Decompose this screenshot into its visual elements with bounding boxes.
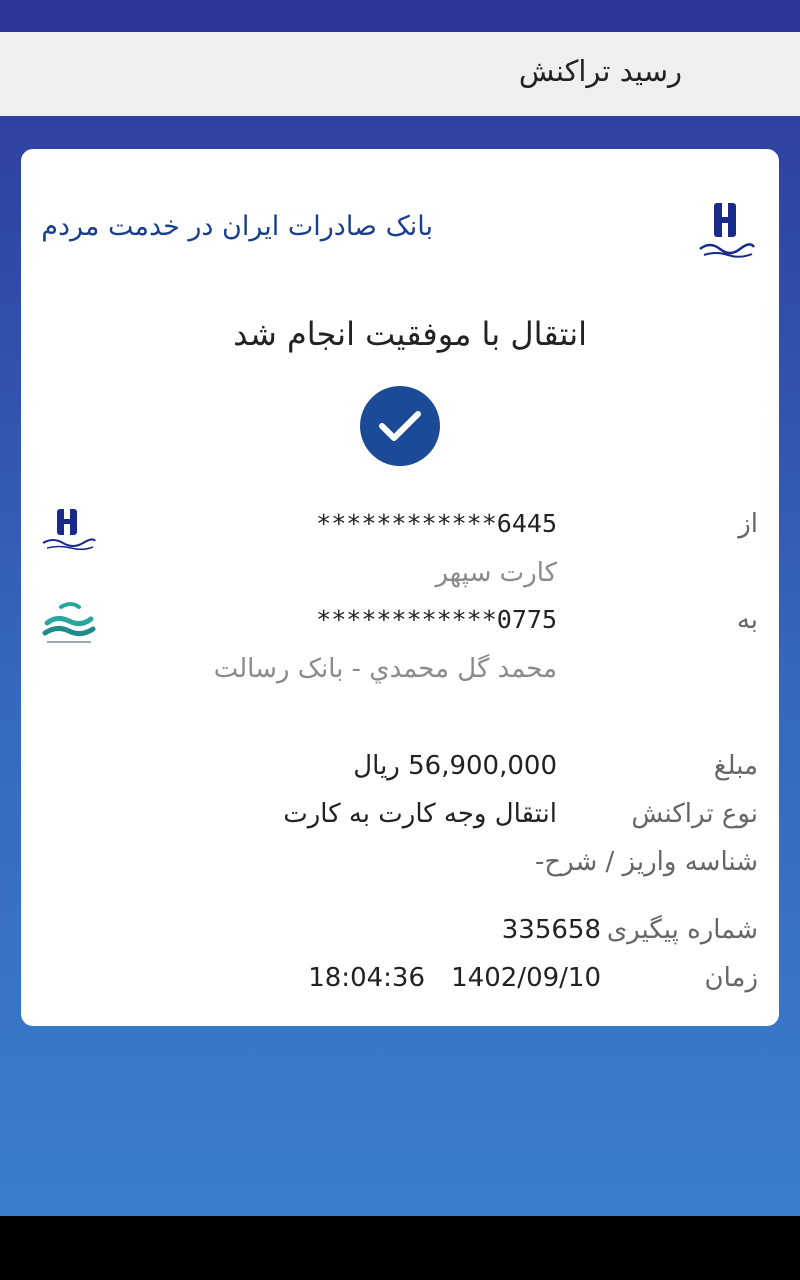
amount-value: 56,900,000 ریال bbox=[353, 751, 557, 781]
transaction-type-label: نوع تراکنش bbox=[631, 799, 758, 829]
bank-saderat-logo-icon bbox=[696, 201, 758, 261]
amount-unit: ریال bbox=[353, 751, 400, 781]
amount-number: 56,900,000 bbox=[408, 751, 557, 781]
payment-id-label: شناسه واریز / شرح bbox=[544, 847, 758, 877]
time-clock: 18:04:36 bbox=[308, 963, 425, 993]
time-date: 1402/09/10 bbox=[451, 963, 601, 993]
amount-label: مبلغ bbox=[713, 751, 758, 781]
success-message: انتقال با موفقیت انجام شد bbox=[233, 315, 587, 353]
system-nav-bar bbox=[0, 1216, 800, 1280]
status-bar bbox=[0, 0, 800, 32]
from-card-name: کارت سپهر bbox=[435, 558, 557, 588]
to-label: به bbox=[736, 605, 758, 635]
payment-id-value: - bbox=[534, 847, 545, 877]
from-label: از bbox=[738, 509, 758, 539]
to-card-number: ************0775 bbox=[316, 605, 557, 634]
bank-saderat-small-logo-icon bbox=[41, 507, 97, 551]
success-check-icon bbox=[360, 386, 440, 466]
bank-tagline: بانک صادرات ایران در خدمت مردم bbox=[41, 211, 433, 242]
app-bar: رسید تراکنش bbox=[0, 32, 800, 116]
from-card-number: ************6445 bbox=[316, 509, 557, 538]
receipt-card: بانک صادرات ایران در خدمت مردم انتقال با… bbox=[21, 149, 779, 1026]
transaction-type-value: انتقال وجه کارت به کارت bbox=[283, 799, 557, 829]
to-card-owner: محمد گل محمدي - بانک رسالت bbox=[213, 654, 557, 684]
page-title: رسید تراکنش bbox=[518, 54, 682, 88]
tracking-label: شماره پیگیری bbox=[606, 915, 758, 945]
tracking-value: 335658 bbox=[501, 915, 601, 945]
bank-resalat-logo-icon bbox=[41, 599, 97, 649]
payment-id-row: شناسه واریز / شرح- bbox=[535, 847, 758, 877]
time-label: زمان bbox=[704, 963, 759, 993]
